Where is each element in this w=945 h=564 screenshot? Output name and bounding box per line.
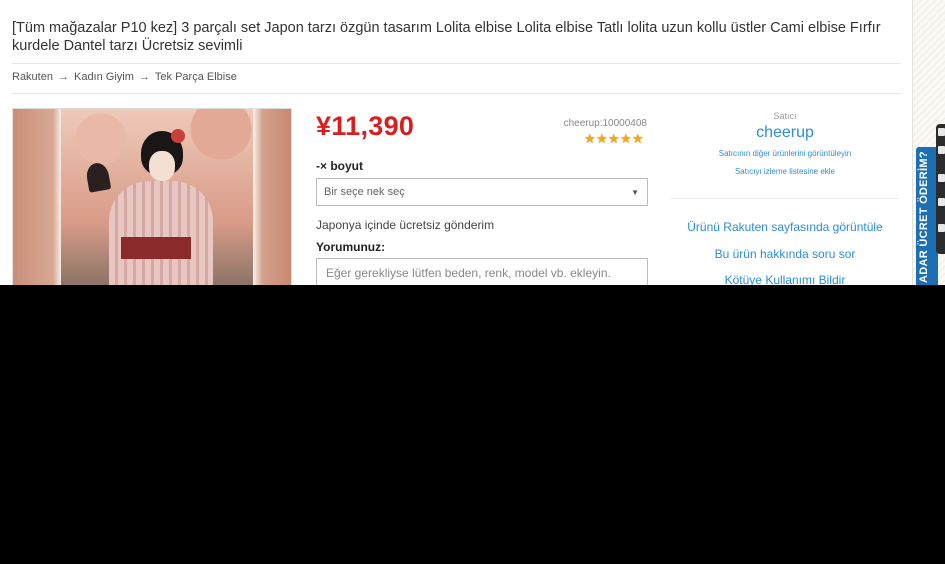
star-icon: ★ bbox=[608, 131, 620, 146]
breadcrumb-arrow-icon: → bbox=[57, 71, 69, 83]
breadcrumb-item-rakuten[interactable]: Rakuten bbox=[12, 71, 53, 83]
copy-icon[interactable] bbox=[938, 198, 945, 206]
payment-info-tab-label: ADAR ÜCRET ÖDERİM? bbox=[918, 151, 930, 283]
star-icon: ★ bbox=[584, 131, 596, 146]
product-title: [Tüm mağazalar P10 kez] 3 parçalı set Ja… bbox=[12, 20, 881, 54]
rating-stars: ★★★★★ bbox=[584, 130, 644, 148]
comment-input[interactable] bbox=[316, 258, 648, 285]
product-image[interactable] bbox=[12, 108, 292, 285]
seller-other-products-link[interactable]: Satıcının diğer ürünlerini görüntüleyin bbox=[671, 149, 899, 158]
comment-label: Yorumunuz: bbox=[316, 240, 386, 254]
browser-viewport: [Tüm mağazalar P10 kez] 3 parçalı set Ja… bbox=[0, 0, 945, 285]
kimono-shape bbox=[109, 181, 213, 285]
seller-name-link[interactable]: cheerup bbox=[671, 124, 899, 142]
breadcrumb-arrow-icon: → bbox=[138, 71, 150, 83]
star-icon: ★ bbox=[620, 131, 632, 146]
shipping-note: Japonya içinde ücretsiz gönderim bbox=[316, 218, 495, 232]
bookmark-icon[interactable] bbox=[938, 146, 945, 154]
breadcrumb-item-womens-clothing[interactable]: Kadın Giyim bbox=[74, 71, 134, 83]
star-icon: ★ bbox=[632, 131, 644, 146]
ask-question-link[interactable]: Bu ürün hakkında soru sor bbox=[671, 247, 899, 261]
star-icon: ★ bbox=[596, 131, 608, 146]
divider bbox=[671, 198, 899, 199]
settings-icon[interactable] bbox=[938, 224, 945, 232]
close-icon[interactable] bbox=[938, 128, 945, 136]
size-select-value: Bir seçe nek seç bbox=[324, 186, 405, 198]
size-select[interactable]: Bir seçe nek seç ▼ bbox=[316, 178, 648, 206]
divider bbox=[12, 93, 901, 94]
shop-item-code: cheerup:10000408 bbox=[563, 118, 647, 129]
chevron-down-icon: ▼ bbox=[631, 188, 639, 197]
breadcrumb: Rakuten → Kadın Giyim → Tek Parça Elbise bbox=[12, 71, 237, 83]
seller-watchlist-link[interactable]: Satıcıyı izleme listesine ekle bbox=[671, 167, 899, 176]
share-icon[interactable] bbox=[938, 174, 945, 182]
breadcrumb-item-one-piece-dress[interactable]: Tek Parça Elbise bbox=[155, 71, 237, 83]
report-abuse-link[interactable]: Kötüye Kullanımı Bildir bbox=[671, 273, 899, 285]
seller-caption: Satıcı bbox=[773, 111, 797, 121]
divider bbox=[12, 63, 901, 64]
view-on-rakuten-link[interactable]: Ürünü Rakuten sayfasında görüntüle bbox=[671, 220, 899, 234]
size-label: -× boyut bbox=[316, 159, 363, 173]
product-price: ¥11,390 bbox=[316, 111, 415, 141]
floating-toolbar[interactable] bbox=[936, 124, 945, 254]
product-page: [Tüm mağazalar P10 kez] 3 parçalı set Ja… bbox=[0, 0, 912, 285]
payment-info-tab[interactable]: ADAR ÜCRET ÖDERİM? bbox=[916, 147, 938, 285]
